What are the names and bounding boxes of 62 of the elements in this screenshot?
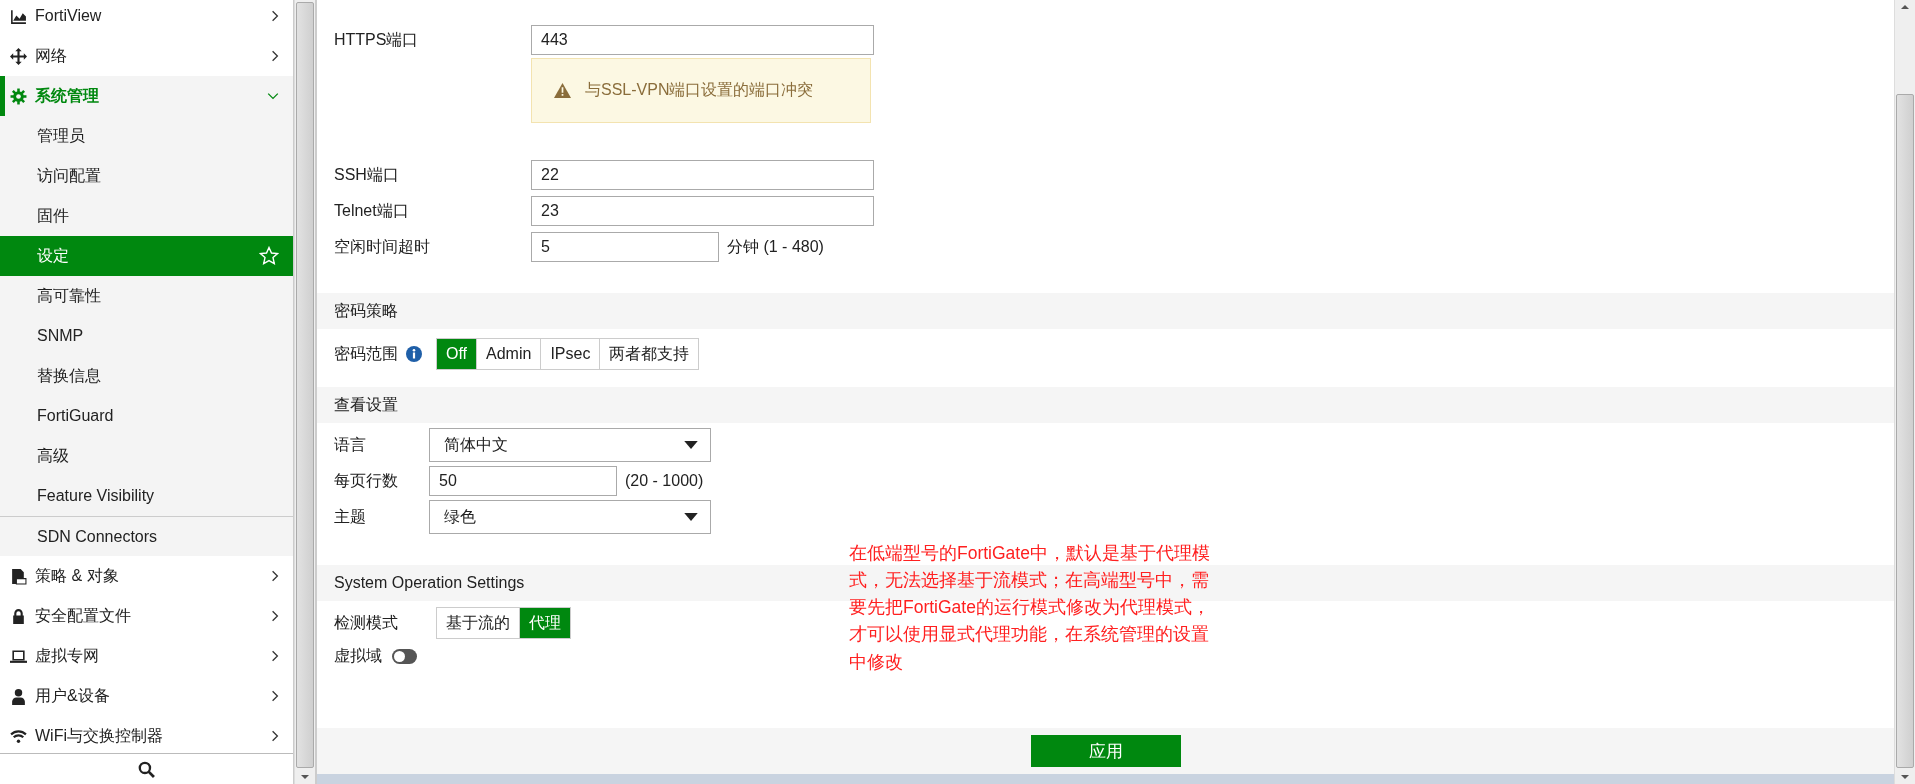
move-arrows-icon: [10, 47, 27, 65]
field-label: Telnet端口: [334, 200, 410, 221]
field-label: 主题: [334, 506, 367, 527]
field-label: 检测模式: [334, 612, 399, 633]
field-label: HTTPS端口: [334, 29, 420, 50]
sidebar-item[interactable]: 系统管理: [0, 76, 293, 116]
sidebar-item[interactable]: 管理员: [0, 116, 293, 156]
field-label: 每页行数: [334, 470, 399, 491]
document-icon: [10, 567, 27, 585]
range-hint: (20 - 1000): [625, 472, 704, 490]
input-field[interactable]: 50: [429, 466, 617, 496]
chevron-right-icon: [271, 610, 279, 622]
chevron-down-icon: [267, 92, 279, 100]
user-icon: [10, 687, 27, 705]
sidebar-item[interactable]: 访问配置: [0, 156, 293, 196]
warning-text: 与SSL-VPN端口设置的端口冲突: [585, 80, 814, 100]
wifi-icon: [10, 727, 27, 745]
sidebar-item[interactable]: 设定: [0, 236, 293, 276]
language-dropdown[interactable]: 简体中文: [429, 428, 711, 462]
scrollbar[interactable]: [294, 0, 315, 784]
field-label: 空闲时间超时: [334, 236, 431, 257]
chevron-right-icon: [271, 690, 279, 702]
search-icon[interactable]: [138, 760, 155, 778]
chevron-right-icon: [271, 650, 279, 662]
input-field[interactable]: 22: [531, 160, 874, 190]
field-label: SSH端口: [334, 164, 400, 185]
input-field[interactable]: 23: [531, 196, 874, 226]
warning-icon: [554, 83, 571, 98]
laptop-icon: [10, 647, 27, 665]
field-label: 语言: [334, 434, 367, 455]
annotation-text: 在低端型号的FortiGate中，默认是基于代理模式，无法选择基于流模式；在高端型号中，需要先把FortiGate的运行模式修改为代理模式，才可以使用显式代理功能，在系统管理的设置中修改: [849, 542, 1211, 674]
caret-down-icon: [684, 440, 698, 450]
field-label: 密码范围: [334, 343, 398, 364]
sidebar-item[interactable]: Feature Visibility: [0, 476, 293, 516]
scrollbar[interactable]: [1894, 0, 1915, 784]
caret-down-icon: [684, 512, 698, 522]
chevron-right-icon: [271, 10, 279, 22]
segment-option[interactable]: Off: [437, 339, 477, 369]
section-header: 查看设置: [317, 387, 1894, 423]
sidebar-item[interactable]: SNMP: [0, 316, 293, 356]
info-icon: [406, 346, 422, 362]
apply-button[interactable]: 应用: [1030, 735, 1181, 767]
toggle-switch[interactable]: [392, 648, 417, 664]
star-icon[interactable]: [259, 246, 279, 266]
theme-dropdown[interactable]: 绿色: [429, 500, 711, 534]
gear-icon: [10, 87, 27, 105]
sidebar-item[interactable]: 高级: [0, 436, 293, 476]
area-chart-icon: [10, 7, 27, 25]
segment-option[interactable]: 代理: [519, 608, 570, 638]
sidebar-item[interactable]: FortiGuard: [0, 396, 293, 436]
sidebar-item[interactable]: 固件: [0, 196, 293, 236]
chevron-right-icon: [271, 570, 279, 582]
input-field[interactable]: 443: [531, 25, 874, 55]
sidebar-item[interactable]: 高可靠性: [0, 276, 293, 316]
lock-icon: [10, 607, 27, 625]
section-header: 密码策略: [317, 293, 1894, 329]
chevron-right-icon: [271, 50, 279, 62]
input-field[interactable]: 5: [531, 232, 719, 262]
sidebar-item[interactable]: 替换信息: [0, 356, 293, 396]
chevron-right-icon: [271, 730, 279, 742]
field-label: 虚拟域: [334, 645, 382, 666]
range-hint: 分钟 (1 - 480): [727, 236, 824, 257]
